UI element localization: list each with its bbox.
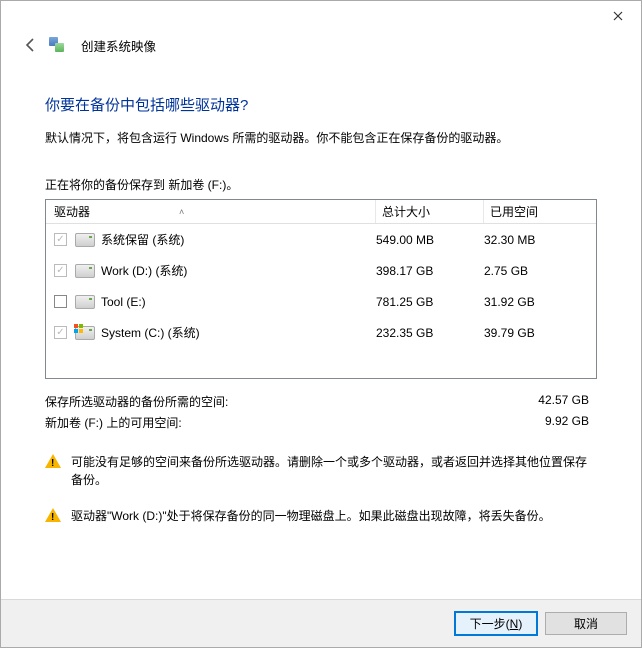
content: 你要在备份中包括哪些驱动器? 默认情况下，将包含运行 Windows 所需的驱动… — [1, 66, 641, 599]
warning-icon — [45, 508, 61, 524]
drive-name: System (C:) (系统) — [101, 324, 200, 341]
available-label: 新加卷 (F:) 上的可用空间: — [45, 414, 182, 431]
drive-used: 2.75 GB — [484, 264, 596, 278]
column-used: 已用空间 — [490, 203, 538, 220]
drive-row[interactable]: Tool (E:) 781.25 GB 31.92 GB — [46, 286, 596, 317]
page-question: 你要在备份中包括哪些驱动器? — [45, 94, 597, 115]
drive-checkbox[interactable] — [54, 295, 67, 308]
warning-message: 驱动器"Work (D:)"处于将保存备份的同一物理磁盘上。如果此磁盘出现故障，… — [45, 507, 597, 525]
drive-checkbox: ✓ — [54, 233, 67, 246]
close-icon — [613, 11, 623, 21]
warning-icon — [45, 454, 61, 470]
dialog-window: 创建系统映像 你要在备份中包括哪些驱动器? 默认情况下，将包含运行 Window… — [0, 0, 642, 648]
drive-total: 232.35 GB — [376, 326, 484, 340]
needed-value: 42.57 GB — [538, 393, 589, 410]
drive-used: 39.79 GB — [484, 326, 596, 340]
drive-name: Work (D:) (系统) — [101, 262, 187, 279]
column-drive: 驱动器 — [54, 203, 90, 220]
system-image-icon — [49, 37, 67, 55]
column-total: 总计大小 — [382, 203, 430, 220]
space-summary: 保存所选驱动器的备份所需的空间: 42.57 GB 新加卷 (F:) 上的可用空… — [45, 393, 597, 431]
warning-message: 可能没有足够的空间来备份所选驱动器。请删除一个或多个驱动器，或者返回并选择其他位… — [45, 453, 597, 489]
drive-list-header[interactable]: 驱动器 ˄ 总计大小 已用空间 — [46, 200, 596, 224]
drive-row[interactable]: ✓ Work (D:) (系统) 398.17 GB 2.75 GB — [46, 255, 596, 286]
needed-label: 保存所选驱动器的备份所需的空间: — [45, 393, 228, 410]
drive-used: 31.92 GB — [484, 295, 596, 309]
drive-icon — [75, 295, 95, 309]
warning-text: 驱动器"Work (D:)"处于将保存备份的同一物理磁盘上。如果此磁盘出现故障，… — [71, 507, 551, 525]
next-button[interactable]: 下一步(N) — [455, 612, 537, 635]
drive-list: 驱动器 ˄ 总计大小 已用空间 ✓ 系统保留 (系统) 549.00 MB 32… — [45, 199, 597, 379]
page-description: 默认情况下，将包含运行 Windows 所需的驱动器。你不能包含正在保存备份的驱… — [45, 129, 597, 146]
drive-checkbox: ✓ — [54, 264, 67, 277]
cancel-button[interactable]: 取消 — [545, 612, 627, 635]
drive-icon — [75, 264, 95, 278]
footer: 下一步(N) 取消 — [1, 599, 641, 647]
close-button[interactable] — [595, 1, 641, 31]
back-button[interactable] — [23, 35, 39, 56]
drive-name: 系统保留 (系统) — [101, 231, 184, 248]
warning-text: 可能没有足够的空间来备份所选驱动器。请删除一个或多个驱动器，或者返回并选择其他位… — [71, 453, 597, 489]
drive-icon — [75, 233, 95, 247]
drive-checkbox: ✓ — [54, 326, 67, 339]
save-destination: 正在将你的备份保存到 新加卷 (F:)。 — [45, 176, 597, 193]
drive-name: Tool (E:) — [101, 295, 146, 309]
drive-icon — [75, 326, 95, 340]
header: 创建系统映像 — [1, 31, 641, 66]
drive-row[interactable]: ✓ System (C:) (系统) 232.35 GB 39.79 GB — [46, 317, 596, 348]
drive-row[interactable]: ✓ 系统保留 (系统) 549.00 MB 32.30 MB — [46, 224, 596, 255]
drive-total: 398.17 GB — [376, 264, 484, 278]
drive-total: 549.00 MB — [376, 233, 484, 247]
sort-indicator-icon: ˄ — [179, 207, 184, 217]
header-title: 创建系统映像 — [81, 36, 156, 55]
titlebar — [1, 1, 641, 31]
arrow-left-icon — [23, 37, 39, 53]
drive-total: 781.25 GB — [376, 295, 484, 309]
available-value: 9.92 GB — [545, 414, 589, 431]
drive-used: 32.30 MB — [484, 233, 596, 247]
